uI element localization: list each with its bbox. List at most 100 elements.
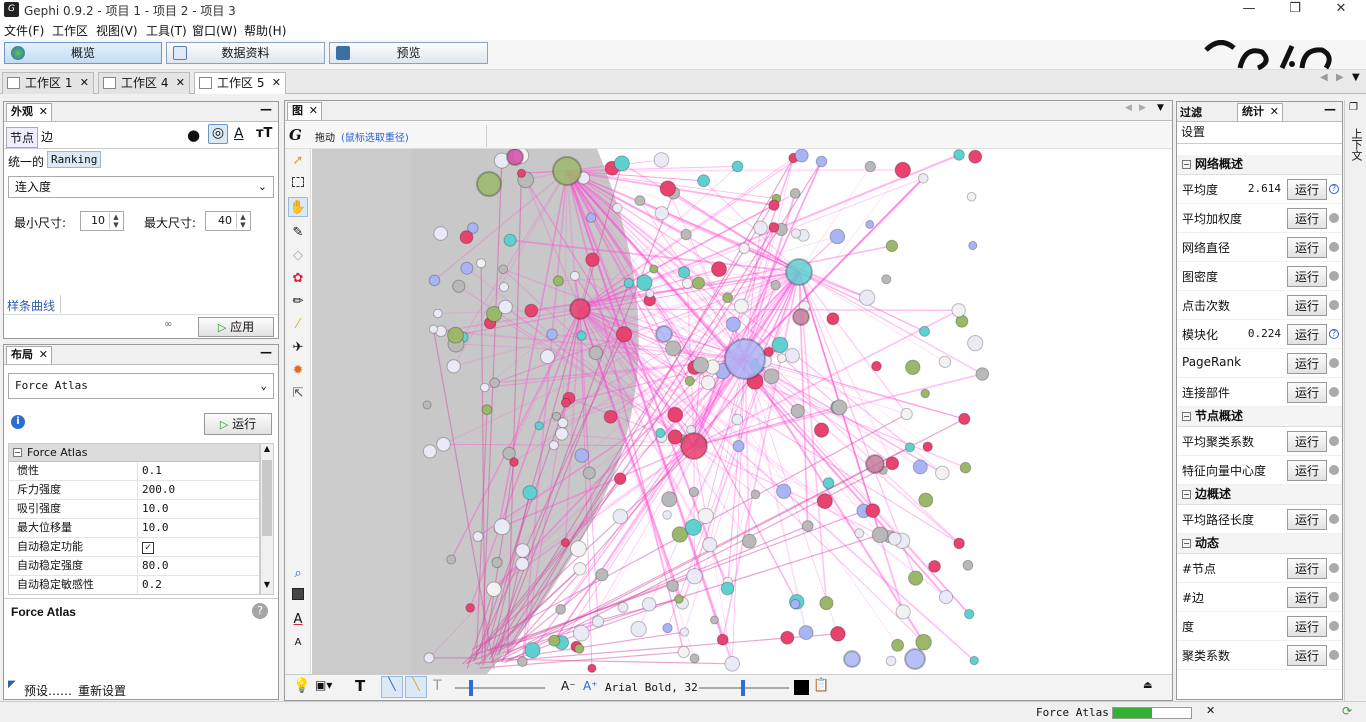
graph-node[interactable] (428, 324, 439, 334)
graph-node[interactable] (731, 413, 744, 426)
graph-node[interactable] (881, 274, 892, 285)
label-color-icon[interactable]: A (288, 610, 308, 630)
unique-tab[interactable]: 统一的 (8, 153, 44, 170)
graph-node[interactable] (962, 559, 974, 571)
graph-node[interactable] (636, 274, 653, 291)
graph-node[interactable] (433, 226, 448, 241)
graph-node[interactable] (725, 316, 741, 332)
minimize-panel-icon[interactable]: — (260, 345, 272, 359)
graph-node[interactable] (498, 299, 513, 315)
graph-node[interactable] (904, 648, 926, 670)
label-color-swatch[interactable] (794, 680, 809, 695)
graph-node[interactable] (918, 492, 934, 508)
graph-node[interactable] (684, 375, 695, 387)
graph-node[interactable] (951, 303, 966, 318)
brush-icon[interactable]: ✎ (288, 223, 308, 243)
tab-nav-left-icon[interactable]: ◀ (1125, 103, 1132, 113)
menu-help[interactable]: 帮助(H) (244, 22, 286, 39)
graph-node[interactable] (763, 368, 780, 385)
close-window-button[interactable]: ✕ (1318, 0, 1364, 20)
stats-group-header[interactable]: − 网络概述 (1177, 155, 1342, 175)
menu-workspace[interactable]: 工作区 (52, 22, 88, 39)
graph-node[interactable] (912, 459, 928, 475)
graph-node[interactable] (645, 289, 655, 298)
maximize-icon[interactable]: ❐ (1349, 102, 1358, 113)
graph-node[interactable] (585, 252, 600, 268)
graph-node[interactable] (885, 655, 897, 667)
graph-node[interactable] (731, 160, 744, 173)
graph-node[interactable] (569, 270, 580, 281)
graph-node[interactable] (815, 155, 828, 168)
graph-node[interactable] (789, 188, 801, 199)
graph-node[interactable] (953, 149, 965, 161)
tab-scroll-right-icon[interactable]: ▶ (1336, 72, 1344, 83)
clipboard-icon[interactable]: 📋 (813, 678, 829, 693)
info-icon[interactable]: ? (1329, 329, 1339, 339)
graph-node[interactable] (617, 601, 629, 613)
graph-node[interactable] (938, 355, 952, 369)
graph-node[interactable] (569, 298, 591, 320)
graph-node[interactable] (489, 377, 500, 389)
graph-node[interactable] (865, 503, 881, 519)
graph-node[interactable] (573, 562, 587, 576)
graph-node[interactable] (871, 360, 882, 372)
run-metric-button[interactable]: 运行 (1287, 509, 1327, 530)
graph-node[interactable] (900, 407, 913, 421)
max-size-spinner[interactable]: 40 ▲ ▼ (205, 211, 251, 231)
graph-node[interactable] (790, 599, 801, 610)
graph-node[interactable] (516, 168, 527, 178)
graph-node[interactable] (776, 483, 792, 499)
graph-node[interactable] (459, 230, 474, 245)
zoom-icon[interactable]: ⌕ (288, 564, 308, 584)
graph-node[interactable] (918, 173, 929, 184)
overview-mode-button[interactable]: 概览 (4, 42, 162, 64)
graph-node[interactable] (498, 264, 509, 275)
graph-node[interactable] (630, 620, 647, 638)
graph-node[interactable] (887, 531, 902, 546)
run-metric-button[interactable]: 运行 (1287, 353, 1327, 374)
graph-node[interactable] (750, 489, 761, 500)
graph-node[interactable] (534, 421, 544, 431)
graph-node[interactable] (915, 633, 932, 651)
graph-node[interactable] (716, 633, 729, 646)
run-layout-button[interactable]: ▷ 运行 (204, 413, 272, 435)
graph-node[interactable] (555, 427, 569, 441)
scroll-down-icon[interactable]: ▼ (261, 580, 273, 594)
graph-node[interactable] (649, 264, 659, 274)
layout-algorithm-select[interactable]: Force Atlas ⌄ (8, 373, 274, 399)
graph-node[interactable] (741, 533, 757, 549)
info-icon[interactable]: ? (1329, 184, 1339, 194)
close-icon[interactable]: ✕ (1270, 104, 1279, 120)
chain-link-icon[interactable]: ∞ (164, 319, 172, 330)
graph-node[interactable] (465, 603, 475, 613)
graph-node[interactable] (422, 444, 437, 459)
stats-group-header[interactable]: − 节点概述 (1177, 407, 1342, 427)
graph-node[interactable] (959, 461, 972, 474)
edge-icon[interactable]: ╲ (381, 676, 403, 698)
expand-icon[interactable]: ⏏ (1143, 680, 1152, 691)
graph-node[interactable] (904, 442, 916, 453)
graph-node[interactable] (966, 191, 977, 202)
filters-tab[interactable]: 过滤 (1180, 104, 1202, 120)
minimize-panel-icon[interactable]: — (1324, 102, 1336, 116)
graph-node[interactable] (667, 406, 684, 423)
graph-node[interactable] (689, 653, 700, 664)
graph-node[interactable] (785, 258, 813, 286)
graph-node[interactable] (928, 560, 941, 573)
graph-node[interactable] (452, 279, 466, 293)
graph-node[interactable] (697, 507, 714, 525)
workspace-tab-5[interactable]: 工作区 5 ✕ (194, 72, 286, 94)
edge-label-icon[interactable]: T (433, 678, 442, 694)
graph-node[interactable] (491, 556, 503, 569)
graph-node[interactable] (591, 615, 605, 628)
graph-node[interactable] (662, 510, 672, 520)
graph-node[interactable] (854, 528, 865, 539)
graph-node[interactable] (677, 266, 691, 279)
graph-node[interactable] (574, 448, 590, 463)
screenshot-icon[interactable]: ▣▾ (315, 678, 332, 692)
property-row[interactable]: 自动稳定敏感性 0.2 (9, 576, 259, 594)
graph-node[interactable] (681, 277, 693, 289)
statistics-tab[interactable]: 统计 ✕ (1237, 103, 1283, 121)
graph-node[interactable] (891, 638, 905, 652)
stats-group-header[interactable]: − 动态 (1177, 534, 1342, 554)
